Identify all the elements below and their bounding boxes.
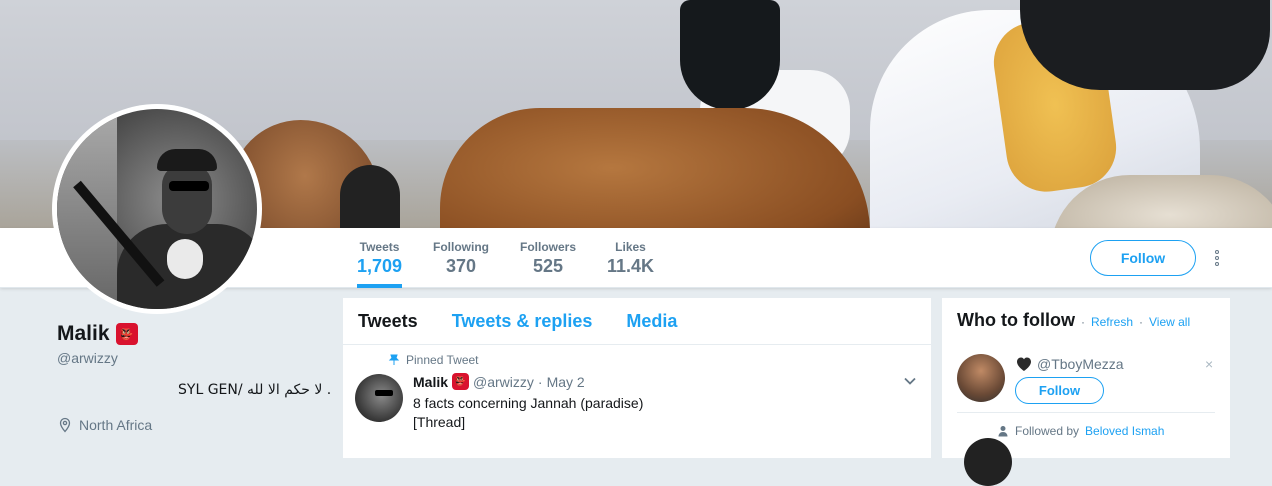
stat-tweets[interactable]: Tweets 1,709 [357, 240, 403, 288]
stat-value: 525 [532, 256, 564, 276]
divider [957, 412, 1215, 413]
tab-tweets-and-replies[interactable]: Tweets & replies [452, 311, 593, 332]
profile-card: Malik 👺 @arwizzy [57, 322, 327, 366]
stat-label: Likes [615, 240, 646, 254]
more-options-icon[interactable] [1210, 248, 1224, 268]
chevron-down-icon[interactable] [903, 374, 917, 388]
profile-handle[interactable]: @arwizzy [57, 350, 327, 366]
next-suggested-avatar[interactable] [964, 438, 1012, 486]
tweet-author-avatar[interactable] [355, 374, 403, 422]
followed-by-prefix: Followed by [1015, 424, 1080, 438]
stat-label: Following [433, 240, 489, 254]
suggested-follow-button[interactable]: Follow [1015, 377, 1104, 404]
tweet-author-name[interactable]: Malik [413, 374, 448, 390]
person-icon [998, 426, 1008, 437]
stat-value: 11.4K [607, 256, 655, 276]
profile-name[interactable]: Malik [57, 322, 110, 346]
tweet-body: 8 facts concerning Jannah (paradise) [Th… [413, 394, 643, 432]
stat-label: Tweets [359, 240, 400, 254]
suggested-avatar[interactable] [957, 354, 1005, 402]
tweet-author-handle[interactable]: @arwizzy [473, 374, 534, 390]
tweet-separator: · [537, 373, 543, 390]
location-text: North Africa [79, 417, 153, 433]
stat-likes[interactable]: Likes 11.4K [607, 240, 654, 277]
profile-avatar[interactable] [52, 104, 262, 314]
suggested-name[interactable]: @TboyMezza [1015, 356, 1124, 372]
profile-location: North Africa [57, 417, 152, 433]
profile-bio: SYL GEN/ لا حكم الا لله . [178, 382, 332, 398]
tweet-line: [Thread] [413, 414, 466, 430]
dismiss-icon[interactable]: × [1205, 356, 1213, 372]
stat-value: 1,709 [357, 256, 403, 276]
view-all-link[interactable]: View all [1149, 315, 1190, 329]
who-to-follow-title: Who to follow [957, 310, 1075, 330]
goblin-emoji-icon: 👺 [115, 323, 138, 345]
header-separator: · [1080, 315, 1085, 329]
black-heart-icon [1017, 357, 1031, 371]
followed-by-context: Followed by Beloved Ismah [997, 424, 1164, 438]
stat-value: 370 [445, 256, 477, 276]
tab-tweets[interactable]: Tweets [358, 311, 418, 332]
pin-icon [388, 354, 400, 365]
tweet-header: Malik 👺 @arwizzy · May 2 [413, 373, 585, 390]
stat-label: Followers [520, 240, 577, 254]
followed-by-user[interactable]: Beloved Ismah [1085, 424, 1164, 438]
tweet-date[interactable]: May 2 [547, 374, 585, 390]
pinned-tweet-text: Pinned Tweet [406, 353, 479, 367]
tab-media[interactable]: Media [626, 311, 677, 332]
refresh-link[interactable]: Refresh [1091, 315, 1133, 329]
goblin-emoji-icon: 👺 [452, 373, 470, 390]
who-to-follow-panel: Who to follow · Refresh · View all @Tboy… [942, 298, 1230, 486]
stat-followers[interactable]: Followers 525 [520, 240, 576, 277]
header-separator: · [1139, 315, 1143, 329]
stat-following[interactable]: Following 370 [433, 240, 489, 277]
tweet-line: 8 facts concerning Jannah (paradise) [413, 395, 644, 411]
follow-button[interactable]: Follow [1090, 240, 1196, 276]
suggested-handle: @TboyMezza [1037, 356, 1124, 372]
pinned-tweet-label: Pinned Tweet [388, 353, 479, 367]
timeline-panel: Tweets Tweets & replies Media Pinned Twe… [343, 298, 931, 458]
timeline-tabs: Tweets Tweets & replies Media [343, 298, 931, 345]
location-pin-icon [59, 417, 71, 433]
